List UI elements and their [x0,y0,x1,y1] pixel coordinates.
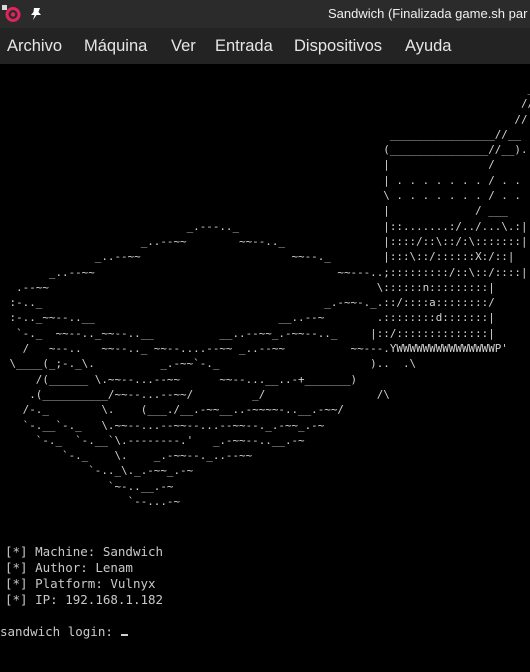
menu-archivo[interactable]: Archivo [7,37,62,56]
menu-maquina[interactable]: Máquina [84,37,147,56]
menu-bar: Archivo Máquina Ver Entrada Dispositivos… [0,28,530,64]
pin-icon[interactable] [30,7,42,21]
login-prompt-line[interactable]: sandwich login: [0,624,129,640]
text-cursor [121,634,129,636]
machine-info: [*] Machine: Sandwich [*] Author: Lenam [*… [5,544,163,608]
menu-ver[interactable]: Ver [171,37,196,56]
login-prompt: sandwich login: [0,624,121,639]
vm-console-screen[interactable]: _ // // [0,64,530,672]
virtualbox-app-icon[interactable] [2,5,21,22]
title-bar[interactable]: Sandwich (Finalizada game.sh par [0,0,530,28]
info-line-author: [*] Author: Lenam [5,560,133,575]
info-line-machine: [*] Machine: Sandwich [5,544,164,559]
menu-dispositivos[interactable]: Dispositivos [294,37,382,56]
info-line-platform: [*] Platform: Vulnyx [5,576,156,591]
vm-window: Sandwich (Finalizada game.sh par Archivo… [0,0,530,672]
sandwich-ascii-art: _ // // [9,82,530,509]
menu-ayuda[interactable]: Ayuda [405,37,452,56]
window-title: Sandwich (Finalizada game.sh par [328,6,528,21]
info-line-ip: [*] IP: 192.168.1.182 [5,592,164,607]
menu-entrada[interactable]: Entrada [215,37,273,56]
